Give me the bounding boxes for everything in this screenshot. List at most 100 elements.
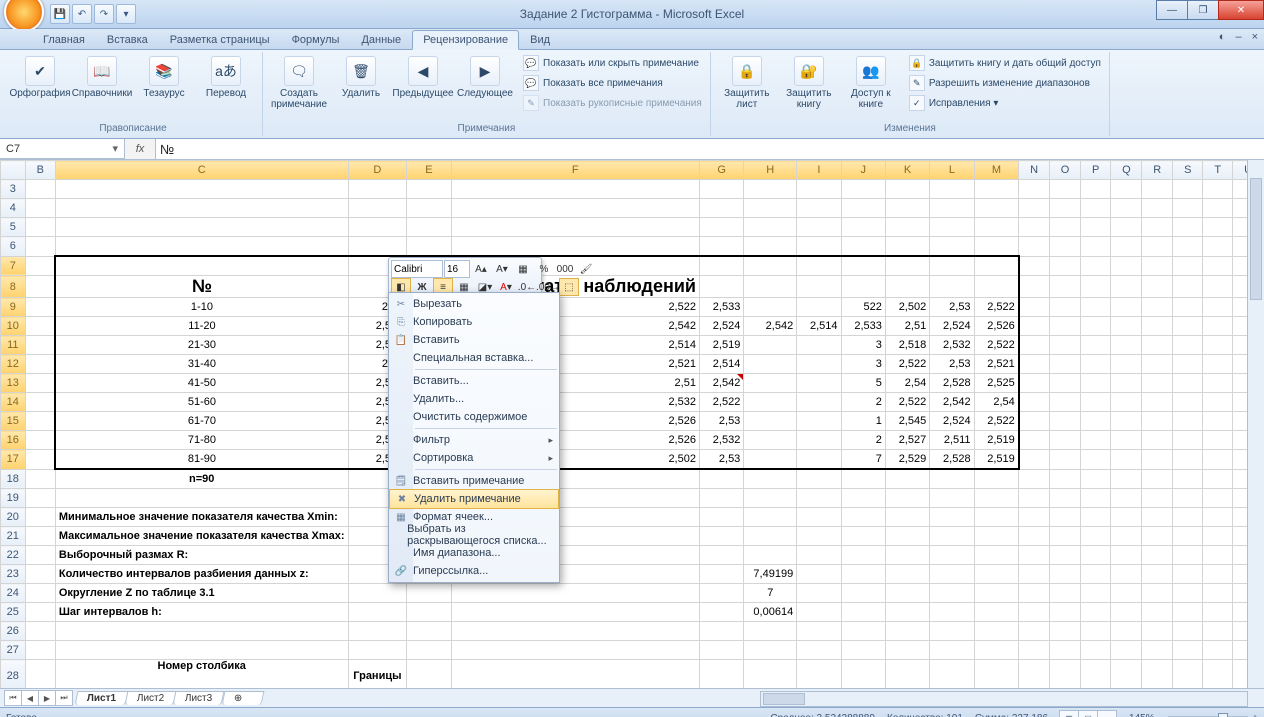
cell-L28[interactable] [930, 660, 974, 689]
cell-O28[interactable] [1049, 660, 1080, 689]
cell-H6[interactable] [744, 237, 797, 257]
cell-L11[interactable]: 2,532 [930, 336, 974, 355]
cell-S18[interactable] [1173, 469, 1203, 489]
cell-G10[interactable]: 2,524 [699, 317, 743, 336]
cell-B12[interactable] [25, 355, 55, 374]
cell-B26[interactable] [25, 622, 55, 641]
cell-Q12[interactable] [1111, 355, 1142, 374]
cell-D26[interactable] [348, 622, 407, 641]
cell-G17[interactable]: 2,53 [699, 450, 743, 470]
ctx-гиперссылка-[interactable]: 🔗Гиперссылка... [389, 562, 559, 580]
cell-S4[interactable] [1173, 199, 1203, 218]
row-header-17[interactable]: 17 [1, 450, 26, 470]
row-header-15[interactable]: 15 [1, 412, 26, 431]
cell-S23[interactable] [1173, 565, 1203, 584]
chevron-down-icon[interactable]: ▾ [112, 142, 118, 155]
cell-K6[interactable] [885, 237, 929, 257]
spelling-button[interactable]: ✔Орфография [10, 54, 70, 101]
maximize-button[interactable]: ❐ [1187, 0, 1219, 20]
cell-B13[interactable] [25, 374, 55, 393]
cell-I20[interactable] [797, 508, 841, 527]
cell-O3[interactable] [1049, 180, 1080, 199]
cell-S24[interactable] [1173, 584, 1203, 603]
cell-T8[interactable] [1203, 276, 1233, 298]
cell-P9[interactable] [1081, 298, 1111, 317]
row-header-7[interactable]: 7 [1, 256, 26, 276]
cell-R28[interactable] [1142, 660, 1173, 689]
cell-P4[interactable] [1081, 199, 1111, 218]
cell-Q13[interactable] [1111, 374, 1142, 393]
cell-B25[interactable] [25, 603, 55, 622]
cell-F28[interactable] [451, 660, 699, 689]
cell-T10[interactable] [1203, 317, 1233, 336]
mini-shrink-font-icon[interactable]: A▾ [492, 260, 512, 278]
cell-L27[interactable] [930, 641, 974, 660]
mini-percent-icon[interactable]: % [534, 260, 554, 278]
cell-T14[interactable] [1203, 393, 1233, 412]
ctx-очистить-содержимое[interactable]: Очистить содержимое [389, 408, 559, 426]
thesaurus-button[interactable]: 📚Тезаурус [134, 54, 194, 101]
cell-C7[interactable] [55, 256, 348, 276]
cell-B16[interactable] [25, 431, 55, 450]
cell-C28[interactable]: Номер столбика [55, 660, 348, 689]
cell-G6[interactable] [699, 237, 743, 257]
cell-C21[interactable]: Максимальное значение показателя качеств… [55, 527, 348, 546]
zoom-out-button[interactable]: – [1159, 713, 1165, 717]
cell-L19[interactable] [930, 489, 974, 508]
cell-Q6[interactable] [1111, 237, 1142, 257]
cell-K14[interactable]: 2,522 [885, 393, 929, 412]
cell-G12[interactable]: 2,514 [699, 355, 743, 374]
col-header-C[interactable]: C [55, 161, 348, 180]
cell-P23[interactable] [1081, 565, 1111, 584]
cell-F26[interactable] [451, 622, 699, 641]
allow-edit-ranges-button[interactable]: ✎Разрешить изменение диапазонов [907, 74, 1103, 92]
cell-P18[interactable] [1081, 469, 1111, 489]
ctx-вырезать[interactable]: ✂Вырезать [389, 295, 559, 313]
cell-H8[interactable] [744, 276, 797, 298]
cell-J11[interactable]: 3 [841, 336, 885, 355]
cell-F27[interactable] [451, 641, 699, 660]
cell-T15[interactable] [1203, 412, 1233, 431]
cell-K19[interactable] [885, 489, 929, 508]
cell-R6[interactable] [1142, 237, 1173, 257]
cell-T13[interactable] [1203, 374, 1233, 393]
cell-T3[interactable] [1203, 180, 1233, 199]
name-box[interactable]: C7▾ [0, 139, 125, 159]
cell-N11[interactable] [1019, 336, 1050, 355]
cell-Q4[interactable] [1111, 199, 1142, 218]
cell-I19[interactable] [797, 489, 841, 508]
cell-F24[interactable] [451, 584, 699, 603]
row-header-5[interactable]: 5 [1, 218, 26, 237]
cell-G8[interactable] [699, 276, 743, 298]
cell-J10[interactable]: 2,533 [841, 317, 885, 336]
cell-L22[interactable] [930, 546, 974, 565]
tab-layout[interactable]: Разметка страницы [159, 30, 281, 49]
cell-S15[interactable] [1173, 412, 1203, 431]
cell-H11[interactable] [744, 336, 797, 355]
cell-T4[interactable] [1203, 199, 1233, 218]
cell-O21[interactable] [1049, 527, 1080, 546]
cell-O10[interactable] [1049, 317, 1080, 336]
cell-P8[interactable] [1081, 276, 1111, 298]
cell-C14[interactable]: 51-60 [55, 393, 348, 412]
cell-Q11[interactable] [1111, 336, 1142, 355]
cell-Q16[interactable] [1111, 431, 1142, 450]
cell-B7[interactable] [25, 256, 55, 276]
cell-B4[interactable] [25, 199, 55, 218]
cell-I17[interactable] [797, 450, 841, 470]
cell-Q22[interactable] [1111, 546, 1142, 565]
cell-R4[interactable] [1142, 199, 1173, 218]
col-header-M[interactable]: M [974, 161, 1019, 180]
cell-E24[interactable] [407, 584, 451, 603]
col-header-L[interactable]: L [930, 161, 974, 180]
cell-J12[interactable]: 3 [841, 355, 885, 374]
cell-K16[interactable]: 2,527 [885, 431, 929, 450]
cell-G16[interactable]: 2,532 [699, 431, 743, 450]
cell-R5[interactable] [1142, 218, 1173, 237]
cell-N23[interactable] [1019, 565, 1050, 584]
cell-L8[interactable] [930, 276, 974, 298]
cell-S28[interactable] [1173, 660, 1203, 689]
cell-L26[interactable] [930, 622, 974, 641]
new-comment-button[interactable]: 🗨Создать примечание [269, 54, 329, 112]
cell-B5[interactable] [25, 218, 55, 237]
